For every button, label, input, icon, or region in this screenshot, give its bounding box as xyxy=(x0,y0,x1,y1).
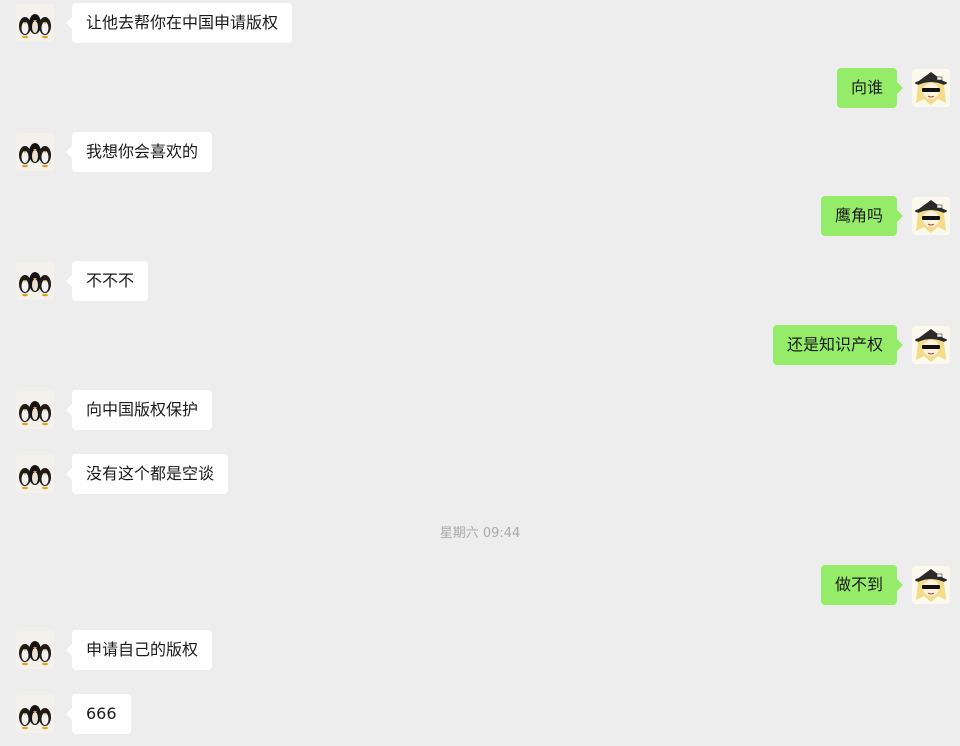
blonde-witch-sunglasses-avatar-icon[interactable] xyxy=(912,69,950,107)
message-row-incoming: 让他去帮你在中国申请版权 xyxy=(0,3,960,43)
chat-area: 让他去帮你在中国申请版权 向谁 我想你会喜欢的 鹰角吗 不不不 还是知识产权 向… xyxy=(0,0,960,746)
message-row-outgoing: 还是知识产权 xyxy=(0,325,960,365)
blonde-witch-sunglasses-avatar-icon[interactable] xyxy=(912,566,950,604)
message-bubble-incoming[interactable]: 不不不 xyxy=(65,261,149,301)
message-bubble-outgoing[interactable]: 向谁 xyxy=(836,68,904,108)
penguin-group-avatar-icon[interactable] xyxy=(16,631,54,669)
penguin-group-avatar-icon[interactable] xyxy=(16,133,54,171)
message-row-incoming: 666 xyxy=(0,694,960,734)
blonde-witch-sunglasses-avatar-icon[interactable] xyxy=(912,326,950,364)
message-bubble-outgoing[interactable]: 还是知识产权 xyxy=(772,325,904,365)
message-bubble-outgoing[interactable]: 做不到 xyxy=(820,565,904,605)
message-bubble-incoming[interactable]: 让他去帮你在中国申请版权 xyxy=(65,3,293,43)
penguin-group-avatar-icon[interactable] xyxy=(16,4,54,42)
message-bubble-incoming[interactable]: 666 xyxy=(66,694,131,734)
message-row-incoming: 我想你会喜欢的 xyxy=(0,132,960,172)
penguin-group-avatar-icon[interactable] xyxy=(16,455,54,493)
message-bubble-outgoing[interactable]: 鹰角吗 xyxy=(820,196,904,236)
message-bubble-incoming[interactable]: 申请自己的版权 xyxy=(65,630,213,670)
message-row-incoming: 申请自己的版权 xyxy=(0,630,960,670)
message-row-outgoing: 做不到 xyxy=(0,565,960,605)
chat-timestamp: 星期六 09:44 xyxy=(439,526,521,541)
message-row-incoming: 没有这个都是空谈 xyxy=(0,454,960,494)
message-row-outgoing: 鹰角吗 xyxy=(0,196,960,236)
message-bubble-incoming[interactable]: 我想你会喜欢的 xyxy=(65,132,213,172)
penguin-group-avatar-icon[interactable] xyxy=(16,262,54,300)
message-row-outgoing: 向谁 xyxy=(0,68,960,108)
blonde-witch-sunglasses-avatar-icon[interactable] xyxy=(912,197,950,235)
message-row-incoming: 向中国版权保护 xyxy=(0,390,960,430)
message-row-incoming: 不不不 xyxy=(0,261,960,301)
penguin-group-avatar-icon[interactable] xyxy=(16,695,54,733)
message-bubble-incoming[interactable]: 没有这个都是空谈 xyxy=(65,454,229,494)
penguin-group-avatar-icon[interactable] xyxy=(16,391,54,429)
message-bubble-incoming[interactable]: 向中国版权保护 xyxy=(65,390,213,430)
